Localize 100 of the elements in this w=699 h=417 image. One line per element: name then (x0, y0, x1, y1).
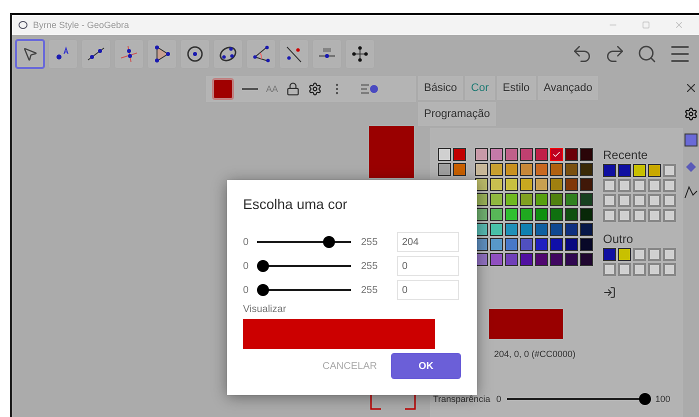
color-button[interactable] (212, 78, 234, 100)
color-swatch[interactable] (453, 148, 466, 161)
color-swatch[interactable] (550, 148, 563, 161)
color-swatch[interactable] (475, 163, 488, 176)
properties-tab[interactable]: Avançado (538, 76, 598, 100)
color-swatch[interactable] (505, 238, 518, 251)
color-swatch[interactable] (550, 208, 563, 221)
empty-swatch[interactable] (603, 179, 616, 192)
empty-swatch[interactable] (648, 263, 661, 276)
slider-thumb[interactable] (257, 284, 269, 296)
color-swatch[interactable] (520, 223, 533, 236)
tool-button[interactable] (246, 39, 276, 69)
tool-button[interactable] (345, 39, 375, 69)
color-swatch[interactable] (618, 248, 631, 261)
color-swatch[interactable] (580, 148, 593, 161)
tool-button[interactable] (15, 39, 45, 69)
empty-swatch[interactable] (648, 248, 661, 261)
color-swatch[interactable] (490, 193, 503, 206)
color-swatch[interactable] (565, 238, 578, 251)
color-swatch[interactable] (535, 178, 548, 191)
graph-icon[interactable] (684, 185, 698, 199)
color-swatch[interactable] (618, 164, 631, 177)
settings-icon[interactable] (308, 82, 322, 96)
tool-button[interactable] (48, 39, 78, 69)
tool-button[interactable] (114, 39, 144, 69)
color-swatch[interactable] (535, 208, 548, 221)
color-swatch[interactable] (490, 178, 503, 191)
empty-swatch[interactable] (618, 194, 631, 207)
empty-swatch[interactable] (663, 209, 676, 222)
color-swatch[interactable] (505, 148, 518, 161)
color-swatch[interactable] (438, 163, 451, 176)
color-swatch[interactable] (505, 208, 518, 221)
color-swatch[interactable] (520, 238, 533, 251)
color-swatch[interactable] (565, 253, 578, 266)
color-swatch[interactable] (550, 223, 563, 236)
color-swatch[interactable] (453, 163, 466, 176)
color-swatch[interactable] (475, 148, 488, 161)
empty-swatch[interactable] (633, 179, 646, 192)
empty-swatch[interactable] (633, 209, 646, 222)
empty-swatch[interactable] (603, 263, 616, 276)
color-swatch[interactable] (535, 193, 548, 206)
color-swatch[interactable] (580, 223, 593, 236)
color-swatch[interactable] (505, 193, 518, 206)
empty-swatch[interactable] (618, 263, 631, 276)
slider-thumb[interactable] (638, 393, 651, 405)
color-swatch[interactable] (648, 164, 661, 177)
close-icon[interactable] (684, 81, 698, 95)
color-swatch[interactable] (520, 148, 533, 161)
color-swatch[interactable] (550, 253, 563, 266)
color-swatch[interactable] (603, 164, 616, 177)
color-swatch[interactable] (490, 223, 503, 236)
color-swatch[interactable] (520, 253, 533, 266)
slider-thumb[interactable] (257, 260, 269, 272)
value-field[interactable]: 0 (397, 280, 459, 300)
value-field[interactable]: 204 (397, 232, 459, 252)
color-swatch[interactable] (580, 163, 593, 176)
empty-swatch[interactable] (633, 194, 646, 207)
color-swatch[interactable] (565, 208, 578, 221)
empty-swatch[interactable] (663, 179, 676, 192)
empty-swatch[interactable] (603, 194, 616, 207)
empty-swatch[interactable] (663, 263, 676, 276)
color-swatch[interactable] (505, 253, 518, 266)
value-field[interactable]: 0 (397, 256, 459, 276)
tool-button[interactable] (180, 39, 210, 69)
color-swatch[interactable] (565, 193, 578, 206)
properties-tab[interactable]: Programação (418, 102, 496, 126)
slider-thumb[interactable] (322, 236, 335, 248)
empty-swatch[interactable] (648, 179, 661, 192)
color-swatch[interactable] (550, 163, 563, 176)
color-swatch[interactable] (520, 193, 533, 206)
empty-swatch[interactable] (648, 209, 661, 222)
color-swatch[interactable] (490, 148, 503, 161)
color-swatch[interactable] (535, 148, 548, 161)
empty-swatch[interactable] (663, 194, 676, 207)
color-swatch[interactable] (520, 208, 533, 221)
color-swatch[interactable] (550, 238, 563, 251)
tool-button[interactable] (147, 39, 177, 69)
color-swatch[interactable] (550, 178, 563, 191)
ok-button[interactable]: OK (391, 353, 461, 379)
color-swatch[interactable] (505, 163, 518, 176)
empty-swatch[interactable] (663, 248, 676, 261)
color-swatch[interactable] (505, 178, 518, 191)
color-swatch[interactable] (490, 163, 503, 176)
properties-tab[interactable]: Básico (418, 76, 464, 100)
properties-tab[interactable]: Estilo (496, 76, 536, 100)
rectangle-icon[interactable] (684, 133, 698, 147)
empty-swatch[interactable] (618, 179, 631, 192)
color-swatch[interactable] (550, 193, 563, 206)
color-swatch[interactable] (603, 248, 616, 261)
color-swatch[interactable] (565, 148, 578, 161)
color-swatch[interactable] (565, 178, 578, 191)
color-swatch[interactable] (535, 253, 548, 266)
color-swatch[interactable] (520, 178, 533, 191)
empty-swatch[interactable] (633, 248, 646, 261)
color-swatch[interactable] (565, 223, 578, 236)
color-swatch[interactable] (490, 208, 503, 221)
color-swatch[interactable] (580, 193, 593, 206)
empty-swatch[interactable] (633, 263, 646, 276)
color-swatch[interactable] (633, 164, 646, 177)
color-swatch[interactable] (490, 253, 503, 266)
